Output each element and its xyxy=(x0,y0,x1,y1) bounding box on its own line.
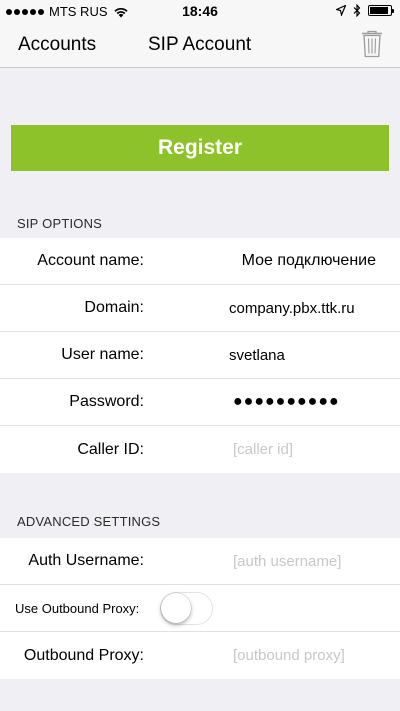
status-right xyxy=(336,4,394,17)
use-outbound-proxy-row: Use Outbound Proxy: xyxy=(0,585,400,632)
navigation-bar: Accounts SIP Account xyxy=(0,22,400,68)
user-name-row[interactable]: User name: svetlana xyxy=(0,332,400,379)
auth-username-label: Auth Username: xyxy=(28,552,144,569)
status-bar: MTS RUS 18:46 xyxy=(0,0,400,22)
trash-icon[interactable] xyxy=(361,30,383,58)
page-title: SIP Account xyxy=(148,34,252,55)
domain-row[interactable]: Domain: company.pbx.ttk.ru xyxy=(0,285,400,332)
user-name-label: User name: xyxy=(61,346,144,363)
caller-id-label: Caller ID: xyxy=(77,440,144,458)
sip-options-header: SIP OPTIONS xyxy=(17,216,103,231)
outbound-proxy-label: Outbound Proxy: xyxy=(23,646,144,664)
auth-username-field[interactable]: [auth username] xyxy=(233,553,341,570)
caller-id-field[interactable]: [caller id] xyxy=(233,441,293,458)
domain-field[interactable]: company.pbx.ttk.ru xyxy=(229,300,355,317)
outbound-proxy-row[interactable]: Outbound Proxy: [outbound proxy] xyxy=(0,632,400,679)
account-name-row[interactable]: Account name: Мое подключение xyxy=(0,238,400,285)
domain-label: Domain: xyxy=(84,299,144,316)
password-label: Password: xyxy=(69,393,144,410)
advanced-settings-header: ADVANCED SETTINGS xyxy=(17,514,161,529)
toggle-knob xyxy=(161,592,191,623)
user-name-field[interactable]: svetlana xyxy=(229,347,285,364)
bluetooth-icon xyxy=(353,4,361,17)
account-name-label: Account name: xyxy=(37,252,144,269)
accounts-back-button[interactable]: Accounts xyxy=(18,34,96,56)
password-row[interactable]: Password: ●●●●●●●●●● xyxy=(0,379,400,426)
sip-options-group: Account name: Мое подключение Domain: co… xyxy=(0,238,400,473)
use-outbound-proxy-label: Use Outbound Proxy: xyxy=(15,600,140,616)
use-outbound-proxy-toggle[interactable] xyxy=(160,591,213,625)
auth-username-row[interactable]: Auth Username: [auth username] xyxy=(0,538,400,585)
password-field[interactable]: ●●●●●●●●●● xyxy=(233,393,340,411)
battery-icon xyxy=(368,5,394,16)
advanced-settings-group: Auth Username: [auth username] Use Outbo… xyxy=(0,538,400,679)
register-button[interactable]: Register xyxy=(11,125,389,171)
account-name-field[interactable]: Мое подключение xyxy=(242,252,376,270)
caller-id-row[interactable]: Caller ID: [caller id] xyxy=(0,426,400,473)
location-arrow-icon xyxy=(336,5,346,16)
outbound-proxy-field[interactable]: [outbound proxy] xyxy=(233,647,345,664)
